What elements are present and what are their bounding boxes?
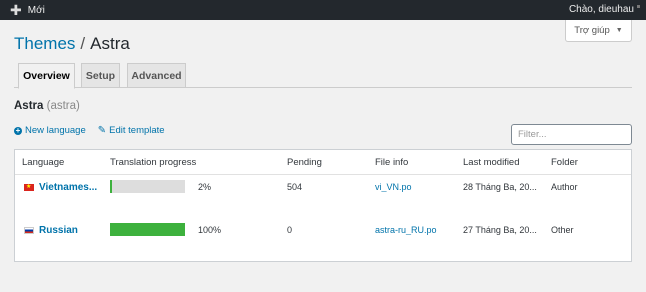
help-button[interactable]: Trợ giúp ▼ (565, 20, 632, 42)
pencil-icon: ✎ (97, 125, 107, 136)
last-modified: 27 Tháng Ba, 20... (463, 225, 537, 235)
admin-bar: ✚ Mới Chào, dieuhau (0, 0, 646, 20)
column-file-info[interactable]: File info (375, 157, 408, 168)
tab-overview[interactable]: Overview (18, 63, 75, 89)
tab-setup[interactable]: Setup (81, 63, 120, 88)
table-header: Language Translation progress Pending Fi… (15, 150, 631, 175)
progress-fill (110, 223, 185, 236)
progress-percent: 100% (198, 225, 222, 235)
user-greeting-menu[interactable]: Chào, dieuhau (569, 4, 640, 15)
folder: Author (551, 182, 578, 192)
avatar (637, 5, 640, 8)
column-progress[interactable]: Translation progress (110, 157, 196, 168)
column-pending[interactable]: Pending (287, 157, 322, 168)
plus-circle-icon: + (14, 125, 22, 135)
bundle-title: Astra (astra) (14, 100, 80, 112)
language-name: Russian (39, 225, 78, 236)
column-folder[interactable]: Folder (551, 157, 578, 168)
folder: Other (551, 225, 574, 235)
table-row: Vietnames... 2% 504 vi_VN.po 28 Tháng Ba… (15, 176, 631, 218)
language-link[interactable]: Russian (24, 225, 106, 236)
bundle-actions: + New language ✎ Edit template (14, 125, 177, 136)
new-language-label: New language (25, 125, 86, 136)
column-last-modified[interactable]: Last modified (463, 157, 520, 168)
progress-bar (110, 180, 185, 193)
file-link[interactable]: vi_VN.po (375, 182, 412, 192)
ru-flag-icon (24, 227, 34, 234)
new-content-menu[interactable]: ✚ Mới (10, 3, 45, 17)
progress-bar (110, 223, 185, 236)
progress-percent: 2% (198, 182, 212, 192)
filter-input[interactable] (511, 124, 632, 145)
edit-template-link[interactable]: ✎ Edit template (98, 125, 165, 136)
new-label: Mới (27, 4, 45, 16)
pending-count: 0 (287, 225, 293, 235)
breadcrumb: Themes / Astra (14, 34, 130, 54)
bundle-slug: (astra) (46, 100, 80, 112)
breadcrumb-current: Astra (90, 34, 130, 53)
progress-fill (110, 180, 112, 193)
pending-count: 504 (287, 182, 303, 192)
column-language[interactable]: Language (22, 157, 64, 168)
table-row: Russian 100% 0 astra-ru_RU.po 27 Tháng B… (15, 218, 631, 260)
edit-template-label: Edit template (109, 125, 165, 136)
language-link[interactable]: Vietnames... (24, 182, 106, 193)
tab-bar: Overview Setup Advanced (14, 63, 632, 89)
file-link[interactable]: astra-ru_RU.po (375, 225, 437, 235)
last-modified: 28 Tháng Ba, 20... (463, 182, 537, 192)
languages-table: Language Translation progress Pending Fi… (14, 149, 632, 262)
new-language-link[interactable]: + New language (14, 125, 86, 136)
caret-down-icon: ▼ (615, 27, 623, 34)
breadcrumb-parent-link[interactable]: Themes (14, 34, 75, 53)
vn-flag-icon (24, 182, 34, 192)
bundle-name: Astra (14, 100, 44, 112)
language-name: Vietnames... (39, 182, 98, 193)
greeting-text: Chào, dieuhau (568, 4, 634, 15)
tab-advanced[interactable]: Advanced (127, 63, 186, 88)
breadcrumb-separator: / (80, 34, 86, 53)
help-label: Trợ giúp (574, 25, 610, 36)
plus-icon: ✚ (10, 2, 22, 18)
